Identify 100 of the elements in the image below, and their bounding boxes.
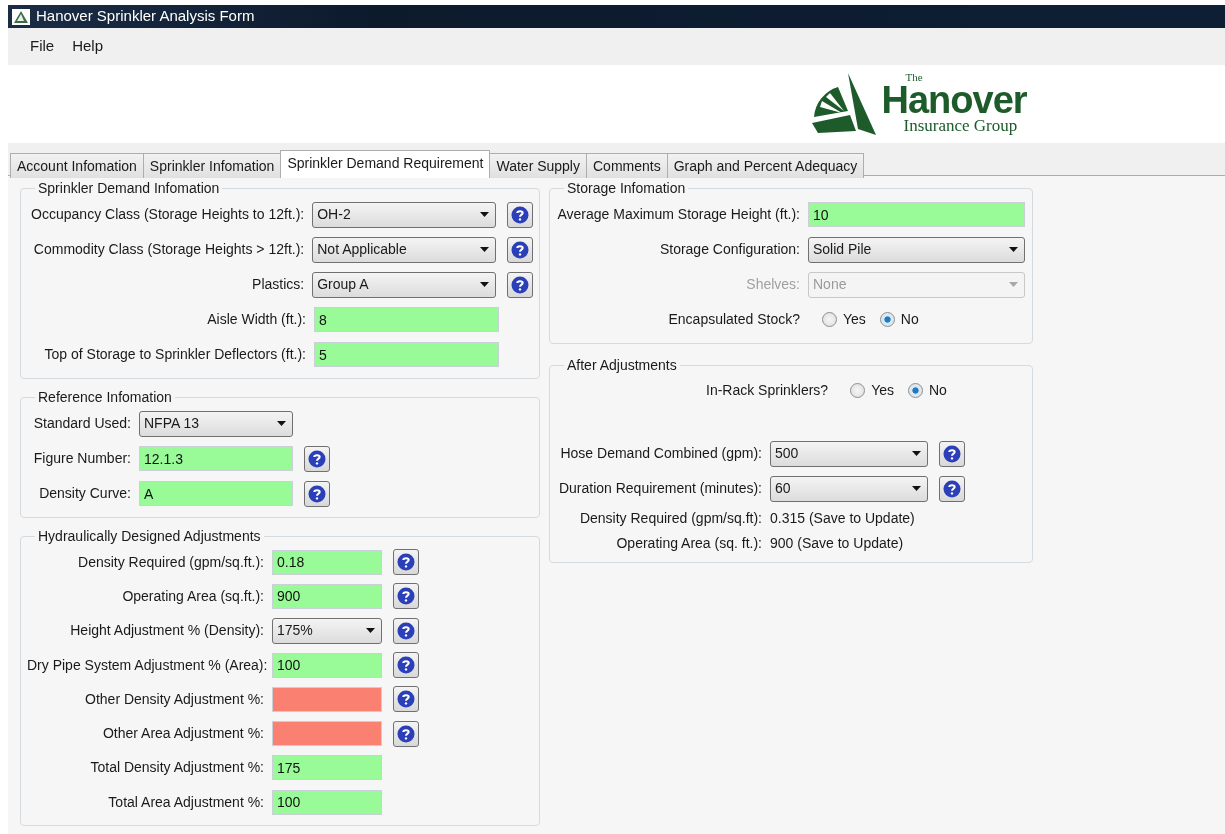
dropdown[interactable]: Group A <box>312 271 497 298</box>
dropdown[interactable]: Solid Pile <box>808 236 1025 263</box>
field-label: Shelves: <box>745 275 801 294</box>
field-label: Top of Storage to Sprinkler Deflectors (ft.): <box>43 345 307 364</box>
group-title: Storage Infomation <box>566 179 687 197</box>
caret-icon <box>1009 282 1018 287</box>
field-label: Duration Requirement (minutes): <box>557 479 763 498</box>
radio-button[interactable] <box>879 312 895 327</box>
field-label: Operating Area (sq.ft.): <box>121 586 265 606</box>
tab[interactable]: Sprinkler Demand Requirement <box>280 150 491 178</box>
input-field[interactable]: 5 <box>314 342 499 367</box>
caret-icon <box>912 451 921 456</box>
input-field[interactable]: 12.1.3 <box>139 446 293 471</box>
tab[interactable]: Account Infomation <box>10 153 144 178</box>
help-icon <box>943 479 961 498</box>
field-label: Figure Number: <box>32 449 132 468</box>
radio-button[interactable] <box>850 383 866 398</box>
group-title: After Adjustments <box>566 356 678 374</box>
radio-label: No <box>900 310 919 329</box>
menu-item[interactable]: File <box>22 33 63 60</box>
input-field[interactable]: 100 <box>272 652 382 678</box>
field-label: Total Area Adjustment %: <box>107 792 265 812</box>
dropdown[interactable]: 60 <box>770 475 928 502</box>
field-label: Encapsulated Stock? <box>667 310 801 329</box>
field-label: Density Curve: <box>38 484 132 503</box>
input-field[interactable] <box>272 721 382 747</box>
group-title: Sprinkler Demand Infomation <box>37 179 221 197</box>
input-field[interactable]: 8 <box>314 307 499 332</box>
app-icon <box>12 8 30 25</box>
logo-tagline: Insurance Group <box>903 117 1019 136</box>
help-button[interactable] <box>393 652 419 679</box>
dropdown[interactable]: Not Applicable <box>312 236 497 263</box>
field-label: Standard Used: <box>32 414 132 433</box>
dropdown[interactable]: NFPA 13 <box>139 410 293 437</box>
tab[interactable]: Sprinkler Infomation <box>142 153 282 178</box>
help-button[interactable] <box>507 271 533 298</box>
readout-value: 900 (Save to Update) <box>770 534 904 553</box>
tab[interactable]: Water Supply <box>489 153 587 178</box>
radio-button[interactable] <box>822 312 837 327</box>
field-label: Height Adjustment % (Density): <box>69 621 265 641</box>
field-label: Occupancy Class (Storage Heights to 12ft.): <box>30 205 306 224</box>
input-field[interactable]: A <box>139 481 293 506</box>
radio-label: Yes <box>871 381 894 400</box>
help-button[interactable] <box>393 549 419 576</box>
dropdown[interactable]: 175% <box>272 617 382 644</box>
help-icon <box>943 444 961 463</box>
input-field[interactable]: 900 <box>272 583 382 609</box>
radio-label: Yes <box>843 310 866 329</box>
help-button[interactable] <box>393 583 419 610</box>
radio-button[interactable] <box>908 383 923 398</box>
caret-icon <box>1009 247 1018 252</box>
help-button[interactable] <box>939 440 965 467</box>
help-icon <box>511 240 530 259</box>
field-label: Density Required (gpm/sq.ft.): <box>77 552 265 572</box>
help-button[interactable] <box>304 480 330 507</box>
field-label: Commodity Class (Storage Heights > 12ft.): <box>32 240 306 259</box>
tab[interactable]: Comments <box>586 153 668 178</box>
caret-icon <box>912 486 921 491</box>
field-label: Hose Demand Combined (gpm): <box>559 444 763 463</box>
input-field[interactable]: 0.18 <box>272 549 382 575</box>
field-label: Average Maximum Storage Height (ft.): <box>556 205 801 224</box>
help-icon <box>511 275 530 294</box>
input-field[interactable] <box>272 686 382 712</box>
help-icon <box>397 724 415 743</box>
field-label: Other Area Adjustment %: <box>101 724 265 744</box>
caret-icon <box>366 628 375 634</box>
caret-icon <box>480 247 490 252</box>
input-field[interactable]: 175 <box>272 755 382 781</box>
help-button[interactable] <box>304 445 330 472</box>
readout-value: 0.315 (Save to Update) <box>770 509 915 528</box>
caret-icon <box>480 282 490 287</box>
tab[interactable]: Graph and Percent Adequacy <box>666 153 865 178</box>
help-icon <box>511 205 530 224</box>
window-title: Hanover Sprinkler Analysis Form <box>36 6 255 27</box>
help-icon <box>308 449 326 468</box>
help-icon <box>397 621 415 640</box>
help-icon <box>308 484 326 503</box>
field-label: Other Density Adjustment %: <box>84 689 265 709</box>
help-button[interactable] <box>393 720 419 747</box>
dropdown[interactable]: OH-2 <box>312 201 497 228</box>
help-button[interactable] <box>393 686 419 713</box>
caret-icon <box>277 421 286 426</box>
field-label: In-Rack Sprinklers? <box>706 381 830 400</box>
radio-label: No <box>929 381 947 400</box>
help-icon <box>397 553 415 572</box>
help-button[interactable] <box>507 201 533 228</box>
dropdown[interactable]: 500 <box>770 440 928 467</box>
menu-item[interactable]: Help <box>64 33 112 60</box>
group-title: Reference Infomation <box>37 388 173 406</box>
help-button[interactable] <box>507 236 533 263</box>
input-field[interactable]: 10 <box>808 202 1025 227</box>
input-field[interactable]: 100 <box>272 789 382 815</box>
group-title: Hydraulically Designed Adjustments <box>37 527 262 545</box>
field-label: Total Density Adjustment %: <box>89 758 265 778</box>
help-button[interactable] <box>393 617 419 644</box>
help-button[interactable] <box>939 475 965 502</box>
field-label: Operating Area (sq. ft.): <box>615 534 763 553</box>
logo-text: The <box>905 72 924 84</box>
caret-icon <box>480 212 490 217</box>
field-label: Density Required (gpm/sq.ft): <box>578 509 763 528</box>
